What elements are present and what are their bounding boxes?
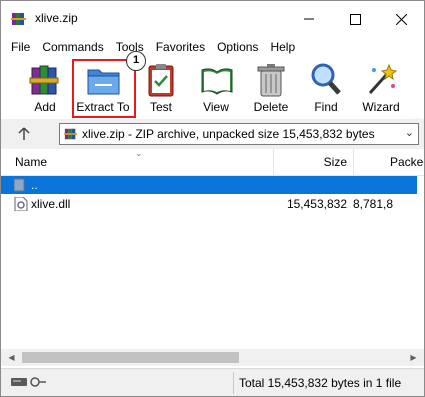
wizard-button[interactable]: Wizard (352, 59, 410, 117)
menu-help[interactable]: Help (264, 37, 301, 57)
status-divider (233, 372, 234, 394)
address-row: xlive.zip - ZIP archive, unpacked size 1… (1, 119, 424, 149)
extract-to-highlight (72, 59, 136, 118)
maximize-button[interactable] (332, 1, 378, 37)
magic-wand-icon (368, 63, 397, 95)
find-label: Find (314, 100, 338, 114)
wizard-label: Wizard (362, 100, 400, 114)
file-row-xlive-dll[interactable]: xlive.dll 15,453,832 8,781,8 (1, 195, 417, 213)
drive-key-icon (11, 377, 46, 387)
menu-commands[interactable]: Commands (36, 37, 109, 57)
delete-button[interactable]: Delete (242, 59, 300, 117)
column-size[interactable]: Size (273, 149, 353, 175)
up-one-level-button[interactable] (13, 124, 35, 144)
find-button[interactable]: Find (297, 59, 355, 117)
add-books-icon (29, 65, 59, 95)
title-bar: xlive.zip (1, 1, 424, 37)
scroll-left-icon[interactable]: ◀ (3, 349, 20, 366)
view-label: View (203, 100, 229, 114)
horizontal-scrollbar[interactable]: ◀ ▶ (1, 349, 424, 366)
file-packed: 8,781,8 (353, 197, 394, 211)
archive-path-text: xlive.zip - ZIP archive, unpacked size 1… (82, 127, 375, 141)
archive-path-dropdown[interactable]: xlive.zip - ZIP archive, unpacked size 1… (59, 123, 419, 145)
chevron-down-icon[interactable]: ⌄ (405, 126, 414, 139)
menu-options[interactable]: Options (211, 37, 264, 57)
step-callout-badge: 1 (126, 51, 146, 71)
delete-label: Delete (253, 100, 289, 114)
maximize-icon (349, 13, 361, 25)
parent-folder-icon (14, 178, 25, 192)
view-button[interactable]: View (187, 59, 245, 117)
menu-favorites[interactable]: Favorites (150, 37, 211, 57)
winrar-app-icon (11, 13, 26, 25)
scroll-thumb[interactable] (22, 352, 239, 363)
file-name: .. (31, 178, 38, 192)
close-button[interactable] (378, 1, 424, 37)
menu-file[interactable]: File (5, 37, 36, 57)
menu-bar: File Commands Tools Favorites Options He… (1, 37, 424, 57)
file-row-parent[interactable]: .. (1, 176, 417, 194)
column-name[interactable]: Name (15, 149, 271, 175)
app-window: xlive.zip File Commands Tools Favorites … (0, 0, 425, 397)
open-book-icon (201, 68, 233, 95)
minimize-button[interactable] (286, 1, 332, 37)
scroll-right-icon[interactable]: ▶ (405, 349, 422, 366)
file-name: xlive.dll (31, 197, 71, 211)
status-text: Total 15,453,832 bytes in 1 file (239, 376, 402, 390)
add-label: Add (34, 100, 56, 114)
magnifier-icon (311, 63, 341, 95)
add-button[interactable]: Add (16, 59, 74, 117)
clipboard-check-icon (148, 64, 174, 97)
toolbar: Add Extract To Test View Delete Find Wiz… (1, 57, 424, 125)
dll-file-icon (14, 197, 28, 211)
archive-icon (64, 128, 78, 140)
minimize-icon (304, 18, 314, 20)
test-label: Test (149, 100, 172, 114)
file-size: 15,453,832 (286, 197, 347, 211)
arrow-up-icon (18, 127, 30, 140)
trash-can-icon (257, 64, 285, 97)
file-list-header: ⌄ Name Size Packed (1, 149, 424, 176)
status-bar: Total 15,453,832 bytes in 1 file (1, 368, 424, 396)
column-packed[interactable]: Packed (353, 149, 424, 175)
close-icon (395, 13, 407, 25)
window-title: xlive.zip (35, 11, 78, 25)
